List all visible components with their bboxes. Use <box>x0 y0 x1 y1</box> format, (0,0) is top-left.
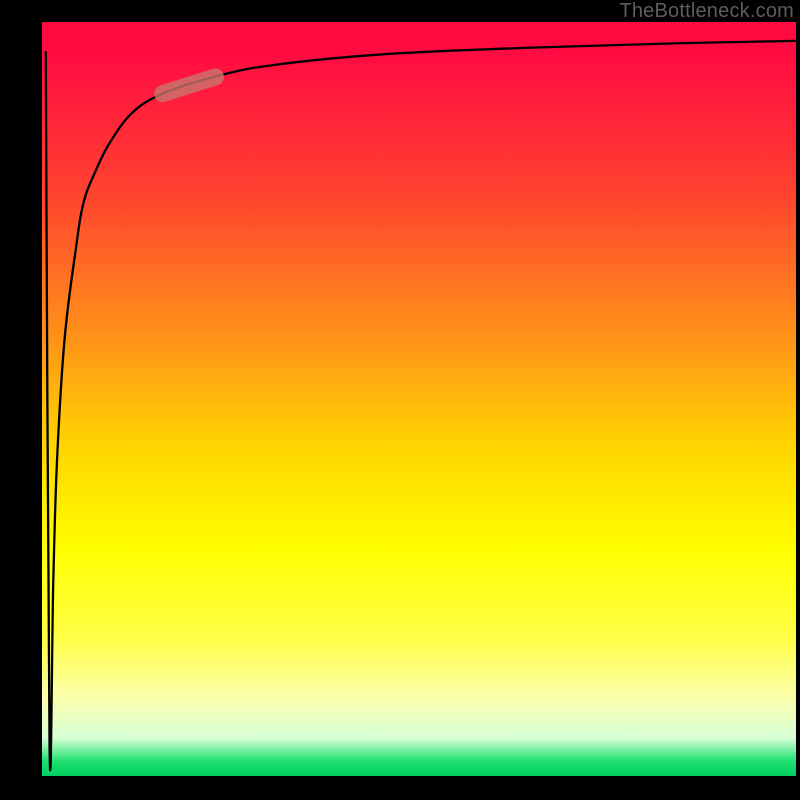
bottleneck-curve <box>46 41 796 770</box>
curve-layer <box>42 22 796 776</box>
chart-frame: TheBottleneck.com <box>0 0 800 800</box>
y-axis <box>36 22 42 782</box>
highlighted-segment <box>163 77 216 94</box>
x-axis <box>36 776 800 782</box>
watermark-text: TheBottleneck.com <box>619 0 794 23</box>
